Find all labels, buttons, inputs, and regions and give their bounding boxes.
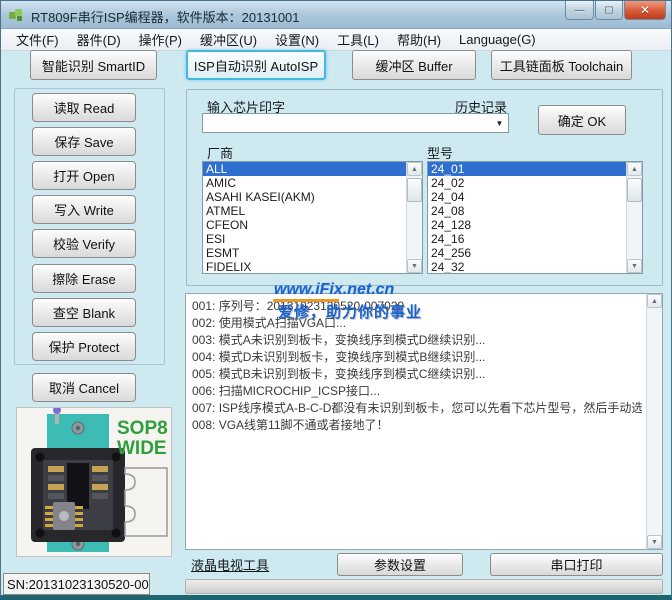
cancel-button[interactable]: 取消 Cancel bbox=[32, 373, 136, 402]
save-button[interactable]: 保存 Save bbox=[32, 127, 136, 156]
menu-device[interactable]: 器件(D) bbox=[68, 27, 130, 52]
manufacturer-label: 厂商 bbox=[207, 146, 234, 161]
toolchain-button[interactable]: 工具链面板 Toolchain bbox=[491, 50, 632, 80]
param-settings-button[interactable]: 参数设置 bbox=[337, 553, 463, 576]
manufacturer-item[interactable]: AMIC bbox=[203, 176, 406, 190]
scroll-up-icon[interactable]: ▲ bbox=[407, 162, 422, 176]
menu-file[interactable]: 文件(F) bbox=[7, 27, 68, 52]
chevron-down-icon[interactable]: ▼ bbox=[491, 114, 508, 132]
menu-bar: 文件(F) 器件(D) 操作(P) 缓冲区(U) 设置(N) 工具(L) 帮助(… bbox=[1, 29, 671, 51]
watermark-slogan: 爱修，助力你的事业 bbox=[278, 304, 423, 321]
scroll-down-icon[interactable]: ▼ bbox=[647, 535, 662, 549]
verify-button[interactable]: 校验 Verify bbox=[32, 229, 136, 258]
adapter-caption-line2: WIDE bbox=[117, 438, 167, 459]
title-bar: RT809F串行ISP编程器，软件版本：20131001 — ▢ ✕ bbox=[1, 1, 671, 29]
manufacturer-scrollbar[interactable]: ▲ ▼ bbox=[406, 162, 422, 273]
model-item[interactable]: 24_04 bbox=[428, 190, 626, 204]
model-item[interactable]: 24_128 bbox=[428, 218, 626, 232]
serial-print-button[interactable]: 串口打印 bbox=[490, 553, 663, 576]
model-item[interactable]: 24_256 bbox=[428, 246, 626, 260]
chip-select-panel: 输入芯片印字 历史记录 ▼ 确定 OK 厂商 型号 ALL AMIC ASAHI… bbox=[186, 89, 663, 286]
minimize-icon[interactable]: — bbox=[565, 1, 594, 20]
manufacturer-item[interactable]: ESI bbox=[203, 232, 406, 246]
scroll-up-icon[interactable]: ▲ bbox=[647, 294, 662, 308]
model-item[interactable]: 24_02 bbox=[428, 176, 626, 190]
erase-button[interactable]: 擦除 Erase bbox=[32, 264, 136, 293]
close-icon[interactable]: ✕ bbox=[624, 1, 666, 20]
manufacturer-item[interactable]: ALL bbox=[203, 162, 406, 176]
open-button[interactable]: 打开 Open bbox=[32, 161, 136, 190]
menu-operation[interactable]: 操作(P) bbox=[130, 27, 191, 52]
manufacturer-item[interactable]: FIDELIX bbox=[203, 260, 406, 273]
app-icon bbox=[9, 9, 22, 21]
scrollbar-thumb[interactable] bbox=[407, 178, 422, 202]
model-listbox[interactable]: 24_01 24_02 24_04 24_08 24_128 24_16 24_… bbox=[427, 161, 643, 274]
manufacturer-item[interactable]: ESMT bbox=[203, 246, 406, 260]
model-label: 型号 bbox=[427, 146, 454, 161]
manufacturer-listbox[interactable]: ALL AMIC ASAHI KASEI(AKM) ATMEL CFEON ES… bbox=[202, 161, 423, 274]
app-window: RT809F串行ISP编程器，软件版本：20131001 — ▢ ✕ 文件(F)… bbox=[0, 0, 672, 600]
model-item[interactable]: 24_08 bbox=[428, 204, 626, 218]
model-item[interactable]: 24_16 bbox=[428, 232, 626, 246]
log-line: 004: 模式D未识别到板卡，变换线序到模式B继续识别... bbox=[192, 350, 486, 364]
watermark-url: www.iFix.net.cn bbox=[274, 281, 395, 298]
ok-button[interactable]: 确定 OK bbox=[538, 105, 626, 135]
chip-input-combobox[interactable]: ▼ bbox=[202, 113, 509, 133]
manufacturer-item[interactable]: CFEON bbox=[203, 218, 406, 232]
serial-number-statusbar: SN:20131023130520-0070 bbox=[3, 573, 150, 595]
protect-button[interactable]: 保护 Protect bbox=[32, 332, 136, 361]
log-line: 003: 模式A未识别到板卡，变换线序到模式D继续识别... bbox=[192, 333, 486, 347]
scroll-up-icon[interactable]: ▲ bbox=[627, 162, 642, 176]
auto-isp-button[interactable]: ISP自动识别 AutoISP bbox=[186, 50, 326, 80]
scroll-down-icon[interactable]: ▼ bbox=[627, 259, 642, 273]
menu-tools[interactable]: 工具(L) bbox=[328, 27, 388, 52]
manufacturer-item[interactable]: ATMEL bbox=[203, 204, 406, 218]
smart-id-button[interactable]: 智能识别 SmartID bbox=[30, 50, 157, 80]
maximize-icon[interactable]: ▢ bbox=[595, 1, 623, 20]
menu-language[interactable]: Language(G) bbox=[450, 29, 545, 50]
model-item[interactable]: 24_01 bbox=[428, 162, 626, 176]
window-title: RT809F串行ISP编程器，软件版本：20131001 bbox=[31, 10, 300, 25]
adapter-caption-line1: SOP8 bbox=[117, 418, 168, 439]
menu-settings[interactable]: 设置(N) bbox=[266, 27, 328, 52]
lcd-tv-tools-button[interactable]: 液晶电视工具 bbox=[187, 553, 334, 576]
log-scrollbar[interactable]: ▲ ▼ bbox=[646, 294, 662, 549]
progress-bar bbox=[185, 579, 663, 594]
menu-buffer[interactable]: 缓冲区(U) bbox=[191, 27, 266, 52]
window-controls: — ▢ ✕ bbox=[564, 1, 666, 20]
menu-help[interactable]: 帮助(H) bbox=[388, 27, 450, 52]
blank-button[interactable]: 查空 Blank bbox=[32, 298, 136, 327]
write-button[interactable]: 写入 Write bbox=[32, 195, 136, 224]
scroll-down-icon[interactable]: ▼ bbox=[407, 259, 422, 273]
log-line: 006: 扫描MICROCHIP_ICSP接口... bbox=[192, 384, 381, 398]
buffer-button[interactable]: 缓冲区 Buffer bbox=[352, 50, 476, 80]
model-scrollbar[interactable]: ▲ ▼ bbox=[626, 162, 642, 273]
log-output[interactable]: 001: 序列号：20131023130520-007029 002: 使用模式… bbox=[185, 293, 663, 550]
log-line: 008: VGA线第11脚不通或者接地了！ bbox=[192, 418, 389, 432]
sop8-adapter-graphic: SOP8 WIDE bbox=[17, 406, 171, 556]
log-line: 005: 模式B未识别到板卡，变换线序到模式C继续识别... bbox=[192, 367, 486, 381]
read-button[interactable]: 读取 Read bbox=[32, 93, 136, 122]
sop8-adapter-image: SOP8 WIDE bbox=[16, 406, 172, 557]
scrollbar-thumb[interactable] bbox=[627, 178, 642, 202]
manufacturer-item[interactable]: ASAHI KASEI(AKM) bbox=[203, 190, 406, 204]
log-line: 007: ISP线序模式A-B-C-D都没有未识别到板卡，您可以先看下芯片型号，… bbox=[192, 401, 642, 415]
model-item[interactable]: 24_32 bbox=[428, 260, 626, 273]
